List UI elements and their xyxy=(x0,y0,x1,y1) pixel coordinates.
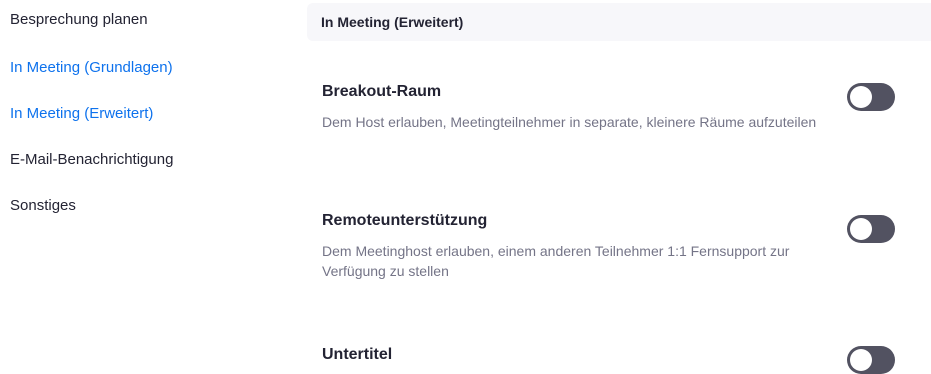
toggle-knob xyxy=(850,86,872,108)
toggle-knob xyxy=(850,218,872,240)
setting-description: Dem Host erlauben, Meetingteilnehmer in … xyxy=(322,114,817,130)
toggle-knob xyxy=(850,349,872,371)
sidebar-item-sonstiges[interactable]: Sonstiges xyxy=(10,196,76,216)
setting-breakout-raum: Breakout-Raum Dem Host erlauben, Meeting… xyxy=(322,82,842,132)
setting-untertitel: Untertitel xyxy=(322,345,842,365)
sidebar-item-in-meeting-erweitert[interactable]: In Meeting (Erweitert) xyxy=(10,104,153,124)
setting-title: Remoteunterstützung xyxy=(322,212,488,229)
section-header: In Meeting (Erweitert) xyxy=(307,3,931,41)
sidebar-item-besprechung-planen[interactable]: Besprechung planen xyxy=(10,10,148,30)
breakout-raum-toggle[interactable] xyxy=(847,83,895,111)
section-title: In Meeting (Erweitert) xyxy=(321,14,464,30)
sidebar-item-in-meeting-grundlagen[interactable]: In Meeting (Grundlagen) xyxy=(10,58,173,78)
sidebar-item-email-benachrichtigung[interactable]: E-Mail-Benachrichtigung xyxy=(10,150,173,170)
setting-title: Untertitel xyxy=(322,346,393,363)
setting-description: Dem Meetinghost erlauben, einem anderen … xyxy=(322,243,790,279)
setting-title: Breakout-Raum xyxy=(322,83,442,100)
remoteunterstuetzung-toggle[interactable] xyxy=(847,215,895,243)
untertitel-toggle[interactable] xyxy=(847,346,895,374)
setting-remoteunterstuetzung: Remoteunterstützung Dem Meetinghost erla… xyxy=(322,211,842,281)
settings-sidebar: Besprechung planen In Meeting (Grundlage… xyxy=(0,0,300,367)
